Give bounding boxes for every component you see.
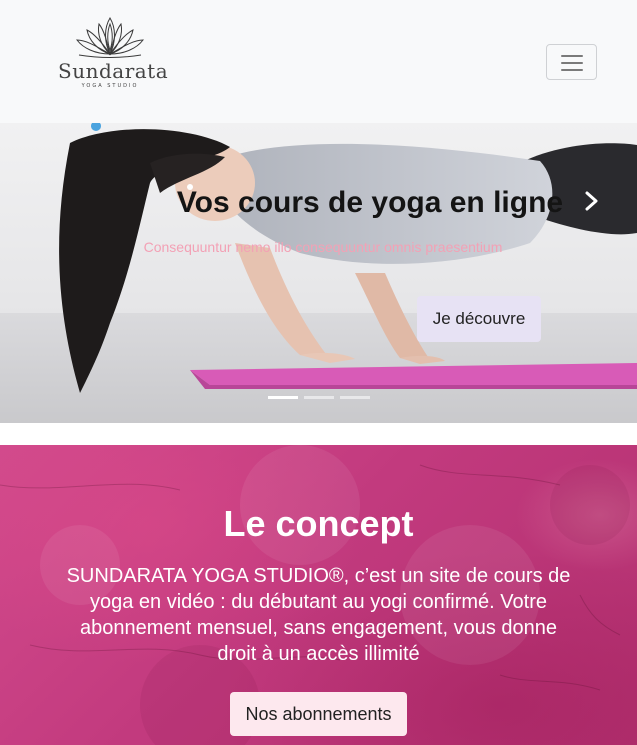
concept-title: Le concept bbox=[223, 503, 414, 544]
nos-abonnements-button[interactable]: Nos abonnements bbox=[230, 692, 407, 736]
carousel-indicator-3[interactable] bbox=[340, 396, 370, 399]
carousel-text: Consequuntur nemo illo consequuntur omni… bbox=[143, 239, 503, 255]
yoga-photo bbox=[0, 123, 637, 423]
carousel-indicators bbox=[268, 396, 372, 400]
carousel-indicator-1[interactable] bbox=[268, 396, 298, 399]
hero-carousel: Vos cours de yoga en ligne Consequuntur … bbox=[0, 123, 637, 423]
je-decouvre-button[interactable]: Je découvre bbox=[417, 296, 541, 342]
lotus-logo-icon bbox=[75, 17, 145, 58]
concept-section: Le concept SUNDARATA YOGA STUDIO®, c’est… bbox=[0, 445, 637, 745]
navbar-toggler-button[interactable] bbox=[546, 44, 597, 80]
brand-logo-link[interactable]: Sundarata YOGA STUDIO bbox=[58, 14, 169, 100]
brand-name: Sundarata bbox=[58, 59, 169, 83]
carousel-title: Vos cours de yoga en ligne bbox=[176, 186, 564, 219]
concept-text: SUNDARATA YOGA STUDIO®, c’est un site de… bbox=[66, 565, 571, 665]
navbar: Sundarata YOGA STUDIO bbox=[0, 0, 637, 123]
chevron-right-icon bbox=[585, 191, 598, 211]
brand-subtitle: YOGA STUDIO bbox=[81, 83, 139, 89]
carousel-next-control[interactable] bbox=[580, 190, 602, 212]
carousel-indicator-2[interactable] bbox=[304, 396, 334, 399]
